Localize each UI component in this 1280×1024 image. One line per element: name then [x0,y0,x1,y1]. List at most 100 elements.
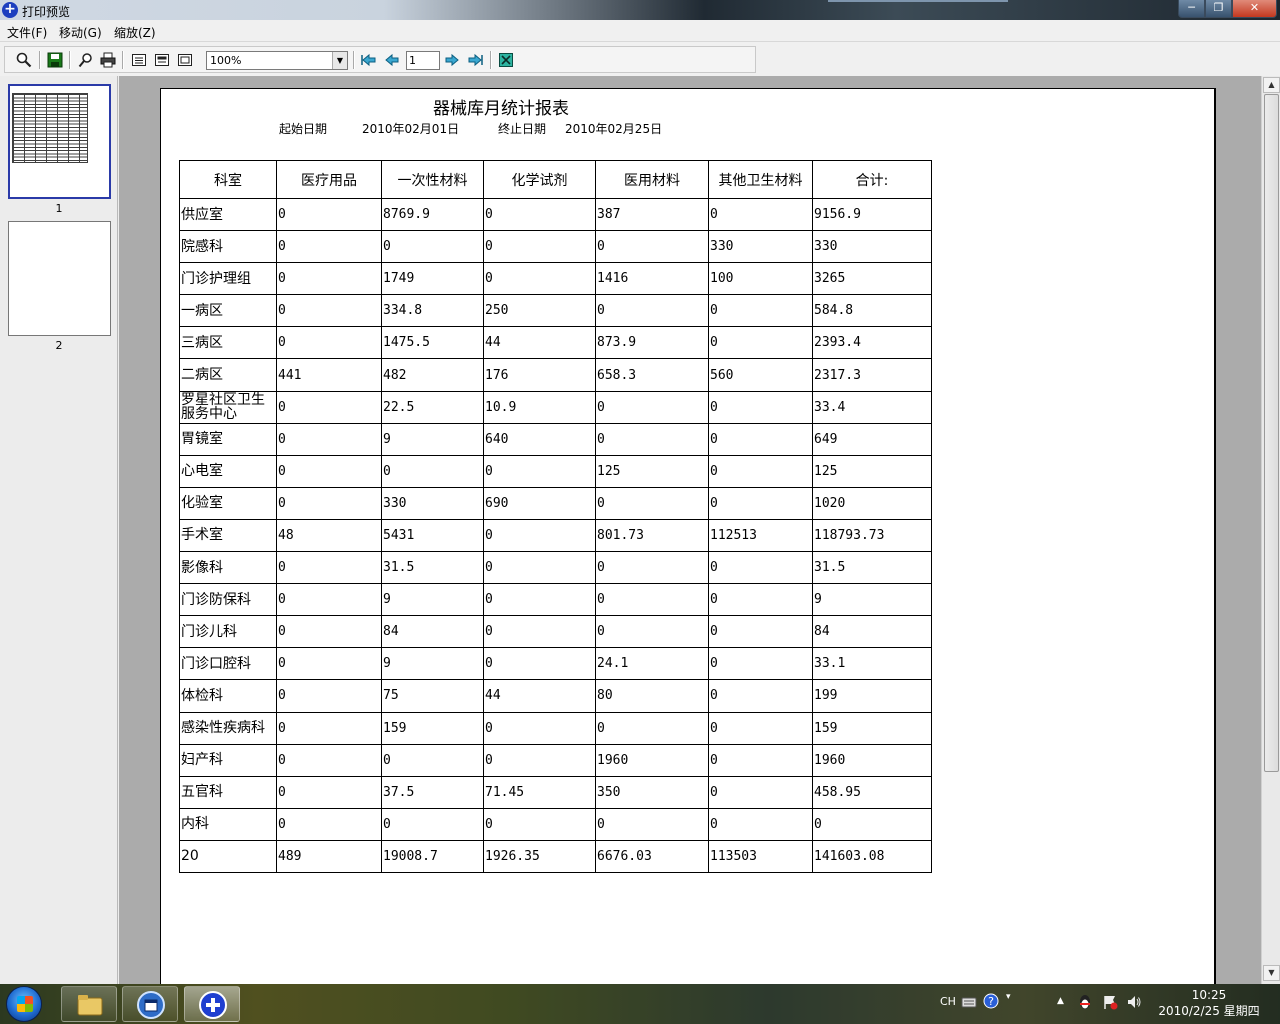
table-row: 门诊防保科 0 9 0 0 0 9 [179,583,932,617]
value-cell: 801.73 [595,518,709,553]
report-table: 科室 医疗用品 一次性材料 化学试剂 医用材料 其他卫生材料 合计: 供应室 0 8… [179,160,932,873]
value-cell: 0 [812,807,932,841]
department-cell: 20 [179,839,277,873]
show-hidden-icons-icon[interactable]: ▲ [1057,996,1064,1024]
value-cell: 112513 [708,518,813,553]
previous-page-icon[interactable] [383,51,401,69]
department-cell: 影像科 [179,551,277,585]
value-cell: 1020 [812,486,932,520]
value-cell: 22.5 [381,390,484,424]
department-cell: 感染性疾病科 [179,711,277,745]
single-page-icon[interactable] [130,51,148,69]
first-page-icon[interactable] [360,51,378,69]
table-row: 二病区 441 482 176 658.3 560 2317.3 [179,358,932,392]
value-cell: 0 [381,454,484,488]
last-page-icon[interactable] [466,51,484,69]
header-chemical-reagents: 化学试剂 [483,160,596,199]
printer-icon[interactable] [99,51,117,69]
value-cell: 387 [595,197,709,232]
header-medical-supplies: 医疗用品 [276,160,382,199]
close-preview-icon[interactable] [497,51,515,69]
table-row: 院感科 0 0 0 0 330 330 [179,230,932,264]
maximize-button[interactable]: ❐ [1205,0,1232,18]
window-controls: ─ ❐ ✕ [1178,0,1277,18]
zoom-value: 100% [210,54,242,67]
scroll-down-button[interactable]: ▼ [1263,965,1280,981]
department-cell: 内科 [179,807,277,841]
zoom-magnifier-icon[interactable] [15,51,33,69]
value-cell: 44 [483,326,596,360]
value-cell: 0 [276,326,382,360]
value-cell: 176 [483,358,596,392]
full-page-icon[interactable] [176,51,194,69]
value-cell: 0 [483,711,596,745]
help-icon[interactable]: ? [983,993,999,1024]
menu-file[interactable]: 文件(F) [7,24,47,41]
table-row: 门诊儿科 0 84 0 0 0 84 [179,615,932,649]
table-row: 心电室 0 0 0 125 0 125 [179,454,932,488]
zoom-dropdown[interactable]: 100% ▼ [206,51,348,70]
page-width-icon[interactable] [153,51,171,69]
department-cell: 化验室 [179,486,277,520]
taskbar-app-button[interactable] [122,986,178,1022]
table-row: 妇产科 0 0 0 1960 0 1960 [179,743,932,777]
department-cell: 罗星社区卫生服务中心 [179,390,277,424]
value-cell: 0 [276,454,382,488]
value-cell: 0 [708,454,813,488]
value-cell: 33.1 [812,647,932,681]
scroll-up-button[interactable]: ▲ [1263,77,1280,93]
preview-area: 器械库月统计报表 起始日期 2010年02月01日 终止日期 2010年02月2… [119,76,1261,988]
minimize-button[interactable]: ─ [1178,0,1205,18]
value-cell: 0 [595,230,709,264]
close-button[interactable]: ✕ [1232,0,1277,18]
start-date-label: 起始日期 [279,122,328,136]
toolbar-separator [39,51,41,69]
value-cell: 0 [276,390,382,424]
vertical-scrollbar[interactable]: ▲ ▼ [1261,76,1280,984]
scrollbar-thumb[interactable] [1264,94,1279,772]
value-cell: 0 [595,807,709,841]
next-page-icon[interactable] [443,51,461,69]
options-icon[interactable]: ▾ [1006,992,1011,1024]
value-cell: 0 [595,422,709,456]
value-cell: 0 [595,551,709,585]
department-cell: 门诊防保科 [179,583,277,617]
thumbnail-table-preview [12,93,88,163]
volume-icon[interactable] [1126,994,1142,1024]
value-cell: 250 [483,294,596,328]
keyboard-icon[interactable] [961,995,977,1024]
value-cell: 0 [276,583,382,617]
value-cell: 10.9 [483,390,596,424]
thumbnail-page-2[interactable] [8,221,111,336]
language-indicator[interactable]: CH [940,995,956,1024]
clock-date: 2010/2/25 星期四 [1158,1004,1260,1018]
menu-zoom[interactable]: 缩放(Z) [114,24,156,41]
action-center-flag-icon[interactable] [1102,994,1118,1024]
value-cell: 0 [276,551,382,585]
value-cell: 0 [276,679,382,713]
page-number-input[interactable]: 1 [406,51,440,70]
save-icon[interactable] [46,51,64,69]
value-cell: 44 [483,679,596,713]
taskbar-print-preview-button[interactable] [184,986,240,1022]
qq-penguin-icon[interactable] [1078,994,1092,1024]
value-cell: 873.9 [595,326,709,360]
start-button[interactable] [6,986,42,1022]
menu-move[interactable]: 移动(G) [59,24,102,41]
system-clock[interactable]: 10:25 2010/2/25 星期四 [1150,987,1268,1019]
value-cell: 159 [381,711,484,745]
print-setup-icon[interactable] [77,51,95,69]
table-row: 门诊口腔科 0 9 0 24.1 0 33.1 [179,647,932,681]
value-cell: 350 [595,775,709,809]
value-cell: 330 [381,486,484,520]
value-cell: 458.95 [812,775,932,809]
value-cell: 0 [483,262,596,296]
department-cell: 体检科 [179,679,277,713]
department-cell: 门诊口腔科 [179,647,277,681]
table-header-row: 科室 医疗用品 一次性材料 化学试剂 医用材料 其他卫生材料 合计: [179,160,932,199]
toolbar-area: 100% ▼ 1 [0,42,1280,76]
department-cell: 胃镜室 [179,422,277,456]
chevron-down-icon[interactable]: ▼ [332,52,347,69]
thumbnail-page-1[interactable] [8,84,111,199]
taskbar-explorer-button[interactable] [61,986,117,1022]
